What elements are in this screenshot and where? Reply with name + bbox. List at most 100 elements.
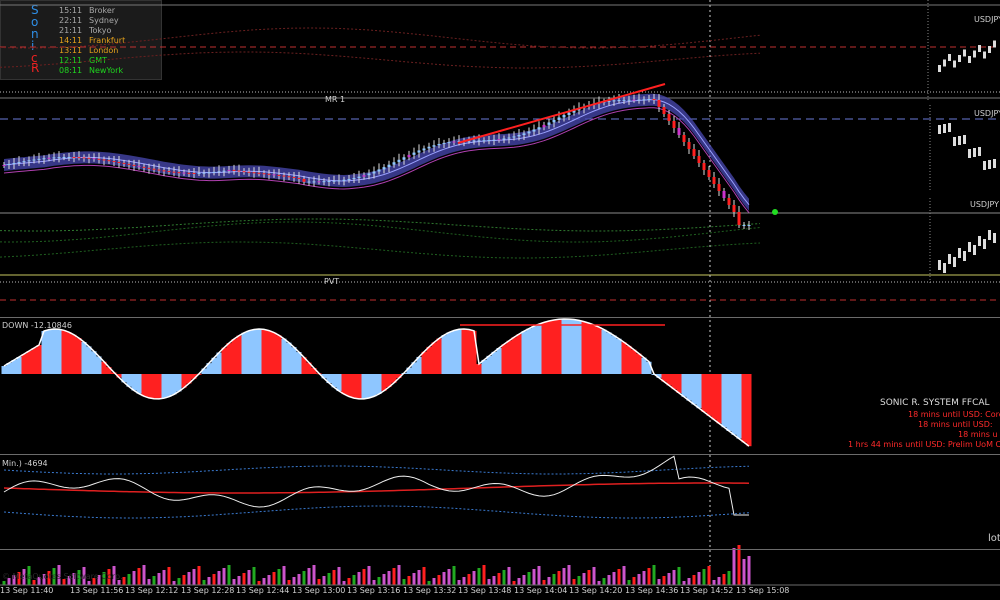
histogram-bar [726,374,732,431]
candle-body [567,112,571,116]
volume-bar [567,565,571,585]
candle-body [147,167,151,169]
volume-bar [632,577,636,585]
volume-bar [487,579,491,585]
candle-body [97,158,101,160]
candle-body [382,167,386,170]
candle-body [52,157,56,159]
volume-bar [517,578,521,585]
histogram-bar [66,332,72,374]
envelope-band [0,221,761,243]
histogram-bar [426,346,432,374]
histogram-bar [736,374,742,439]
candle-body [212,171,216,173]
volume-bar [557,571,561,585]
time-axis-label: 13 Sep 14:36 [625,586,679,595]
price-chart[interactable] [0,0,1000,600]
volume-bar [577,576,581,585]
candle-body [42,158,46,160]
candle-body [82,157,86,159]
volume-bar [387,571,391,585]
histogram-bar [521,331,527,374]
candle-body [47,157,51,159]
histogram-bar [221,347,227,374]
volume-bar [712,580,716,585]
candle-body [287,176,291,178]
candle-body [557,117,561,120]
candle-body [657,100,661,107]
volume-bar [692,575,696,585]
volume-bar [592,567,596,585]
volume-bar [522,575,526,585]
candle-body [177,172,181,174]
volume-bar [137,568,141,585]
mini-candle [963,251,966,261]
volume-bar [627,580,631,585]
volume-bar [537,566,541,585]
candle-body [532,129,536,132]
volume-bar [172,581,176,585]
news-line: 18 mins until USD: Core [908,410,1000,419]
candle-body [677,128,681,135]
histogram-bar [516,334,522,374]
envelope-band [0,27,761,49]
mini-candle [978,236,981,246]
mini-candle [988,160,991,169]
candle-body [132,164,136,166]
mini-candle [938,65,941,72]
candle-body [282,175,286,177]
mini-candle [988,230,991,240]
volume-bar [237,576,241,585]
volume-bar [132,571,136,585]
volume-bar [447,569,451,585]
volume-bar [392,568,396,585]
volume-bar [472,571,476,585]
time-axis-label: 13 Sep 14:52 [680,586,734,595]
news-panel-title: SONIC R. SYSTEM FFCAL [880,398,990,408]
histogram-bar [71,334,77,374]
volume-bar [177,578,181,585]
candle-body [307,181,311,183]
volume-bar [382,574,386,585]
candle-body [417,150,421,153]
candle-body [612,100,616,102]
volume-bar [342,581,346,585]
mini-candle [968,56,971,63]
volume-bar [302,571,306,585]
histogram-bar [501,344,507,374]
volume-bar [677,567,681,585]
price-marker [772,209,778,215]
candle-body [527,131,531,134]
volume-bar [252,567,256,585]
histogram-bar [176,374,182,392]
volume-bar [682,581,686,585]
volume-bar [432,578,436,585]
volume-bar [187,572,191,585]
mini-candle [953,137,956,146]
mini-candle [958,136,961,145]
news-line: 1 hrs 44 mins until USD: Prelim UoM Con [848,440,1000,449]
ema-band [4,93,749,211]
time-axis-label: 13 Sep 12:12 [125,586,179,595]
candle-body [117,161,121,163]
histogram-bar [61,330,67,374]
volume-bar [637,574,641,585]
candle-body [447,142,451,144]
volume-bar [702,569,706,585]
histogram-bar [261,329,267,374]
histogram-bar [466,329,472,374]
histogram-bar [76,338,82,374]
candle-body [162,170,166,172]
candle-body [252,172,256,174]
histogram-bar [641,357,647,374]
volume-bar [122,577,126,585]
volume-bar [587,570,591,585]
histogram-bar [446,332,452,374]
candle-body [372,171,376,174]
histogram-bar [296,352,302,374]
candle-body [197,172,201,174]
candle-body [637,99,641,101]
candle-body [92,158,96,160]
mini-candle [973,148,976,157]
candle-body [697,156,701,163]
